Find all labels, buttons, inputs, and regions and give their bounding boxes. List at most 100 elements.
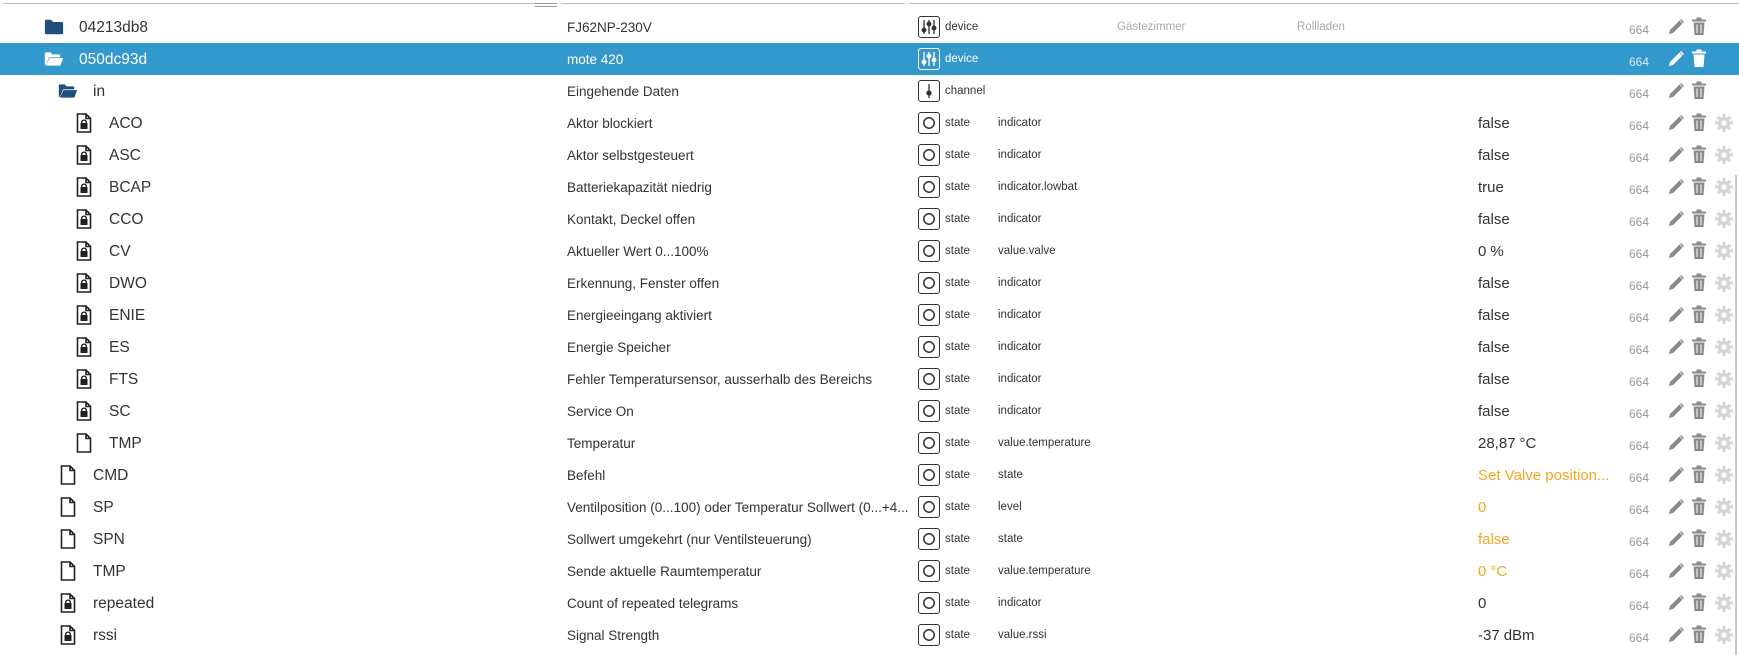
- edit-icon[interactable]: [1667, 306, 1685, 324]
- object-value[interactable]: true: [1478, 179, 1618, 196]
- gear-icon[interactable]: [1714, 593, 1734, 613]
- tree-row[interactable]: CMD Befehl state state Set Valve positio…: [0, 459, 1739, 491]
- tree-row[interactable]: rssi Signal Strength state value.rssi -3…: [0, 619, 1739, 651]
- folder-open-icon[interactable]: [44, 49, 64, 69]
- delete-icon[interactable]: [1691, 145, 1707, 164]
- delete-icon[interactable]: [1691, 369, 1707, 388]
- gear-icon[interactable]: [1714, 209, 1734, 229]
- edit-icon[interactable]: [1667, 338, 1685, 356]
- file-lock-icon[interactable]: [74, 145, 94, 165]
- delete-icon[interactable]: [1691, 529, 1707, 548]
- object-id[interactable]: in: [93, 83, 105, 101]
- gear-icon[interactable]: [1714, 401, 1734, 421]
- tree-row[interactable]: ENIE Energieeingang aktiviert state indi…: [0, 299, 1739, 331]
- edit-icon[interactable]: [1667, 82, 1685, 100]
- file-icon[interactable]: [58, 497, 78, 517]
- object-value[interactable]: Set Valve position...: [1478, 467, 1618, 484]
- file-lock-icon[interactable]: [74, 113, 94, 133]
- object-id[interactable]: 04213db8: [79, 19, 148, 37]
- object-id[interactable]: CV: [109, 243, 131, 261]
- edit-icon[interactable]: [1667, 146, 1685, 164]
- delete-icon[interactable]: [1691, 337, 1707, 356]
- edit-icon[interactable]: [1667, 466, 1685, 484]
- edit-icon[interactable]: [1667, 626, 1685, 644]
- object-id[interactable]: DWO: [109, 275, 147, 293]
- edit-icon[interactable]: [1667, 242, 1685, 260]
- delete-icon[interactable]: [1691, 177, 1707, 196]
- edit-icon[interactable]: [1667, 274, 1685, 292]
- gear-icon[interactable]: [1714, 625, 1734, 645]
- gear-icon[interactable]: [1714, 369, 1734, 389]
- tree-row[interactable]: SPN Sollwert umgekehrt (nur Ventilsteuer…: [0, 523, 1739, 555]
- object-id[interactable]: ASC: [109, 147, 141, 165]
- delete-icon[interactable]: [1691, 497, 1707, 516]
- edit-icon[interactable]: [1667, 114, 1685, 132]
- object-value[interactable]: false: [1478, 115, 1618, 132]
- object-id[interactable]: FTS: [109, 371, 138, 389]
- object-id[interactable]: SP: [93, 499, 114, 517]
- file-lock-icon[interactable]: [58, 625, 78, 645]
- delete-icon[interactable]: [1691, 241, 1707, 260]
- tree-row[interactable]: SP Ventilposition (0...100) oder Tempera…: [0, 491, 1739, 523]
- tree-row[interactable]: 050dc93d mote 420 device 664: [0, 43, 1739, 75]
- edit-icon[interactable]: [1667, 370, 1685, 388]
- object-id[interactable]: ES: [109, 339, 130, 357]
- tree-row[interactable]: DWO Erkennung, Fenster offen state indic…: [0, 267, 1739, 299]
- object-value[interactable]: false: [1478, 531, 1618, 548]
- object-id[interactable]: SPN: [93, 531, 125, 549]
- tree-row[interactable]: BCAP Batteriekapazität niedrig state ind…: [0, 171, 1739, 203]
- folder-closed-icon[interactable]: [44, 17, 64, 37]
- delete-icon[interactable]: [1691, 305, 1707, 324]
- delete-icon[interactable]: [1691, 113, 1707, 132]
- object-value[interactable]: false: [1478, 371, 1618, 388]
- gear-icon[interactable]: [1714, 273, 1734, 293]
- object-value[interactable]: 0 °C: [1478, 563, 1618, 580]
- delete-icon[interactable]: [1691, 273, 1707, 292]
- object-value[interactable]: false: [1478, 211, 1618, 228]
- file-icon[interactable]: [58, 465, 78, 485]
- object-value[interactable]: 0%: [1478, 243, 1618, 260]
- file-lock-icon[interactable]: [74, 369, 94, 389]
- object-id[interactable]: rssi: [93, 627, 117, 645]
- object-id[interactable]: SC: [109, 403, 131, 421]
- edit-icon[interactable]: [1667, 562, 1685, 580]
- object-id[interactable]: ACO: [109, 115, 143, 133]
- tree-row[interactable]: FTS Fehler Temperatursensor, ausserhalb …: [0, 363, 1739, 395]
- gear-icon[interactable]: [1714, 145, 1734, 165]
- edit-icon[interactable]: [1667, 594, 1685, 612]
- file-lock-icon[interactable]: [74, 209, 94, 229]
- gear-icon[interactable]: [1714, 497, 1734, 517]
- file-icon[interactable]: [74, 433, 94, 453]
- edit-icon[interactable]: [1667, 530, 1685, 548]
- file-icon[interactable]: [58, 529, 78, 549]
- delete-icon[interactable]: [1691, 593, 1707, 612]
- resize-handle-lower[interactable]: [535, 6, 557, 7]
- object-id[interactable]: ENIE: [109, 307, 145, 325]
- edit-icon[interactable]: [1667, 498, 1685, 516]
- file-lock-icon[interactable]: [58, 593, 78, 613]
- file-lock-icon[interactable]: [74, 177, 94, 197]
- file-lock-icon[interactable]: [74, 337, 94, 357]
- object-id[interactable]: repeated: [93, 595, 154, 613]
- tree-row[interactable]: ACO Aktor blockiert state indicator fals…: [0, 107, 1739, 139]
- resize-handle[interactable]: [535, 3, 557, 4]
- delete-icon[interactable]: [1691, 625, 1707, 644]
- edit-icon[interactable]: [1667, 210, 1685, 228]
- edit-icon[interactable]: [1667, 178, 1685, 196]
- delete-icon[interactable]: [1691, 561, 1707, 580]
- object-value[interactable]: -37 dBm: [1478, 627, 1618, 644]
- tree-row[interactable]: SC Service On state indicator false 664: [0, 395, 1739, 427]
- object-id[interactable]: CMD: [93, 467, 128, 485]
- vertical-scrollbar[interactable]: [1735, 0, 1739, 655]
- delete-icon[interactable]: [1691, 401, 1707, 420]
- gear-icon[interactable]: [1714, 529, 1734, 549]
- tree-row[interactable]: CCO Kontakt, Deckel offen state indicato…: [0, 203, 1739, 235]
- delete-icon[interactable]: [1691, 209, 1707, 228]
- object-id[interactable]: TMP: [109, 435, 142, 453]
- tree-row[interactable]: TMP Sende aktuelle Raumtemperatur state …: [0, 555, 1739, 587]
- file-icon[interactable]: [58, 561, 78, 581]
- tree-row[interactable]: TMP Temperatur state value.temperature 2…: [0, 427, 1739, 459]
- delete-icon[interactable]: [1691, 81, 1707, 100]
- gear-icon[interactable]: [1714, 433, 1734, 453]
- tree-row[interactable]: 04213db8 FJ62NP-230V device Gästezimmer …: [0, 11, 1739, 43]
